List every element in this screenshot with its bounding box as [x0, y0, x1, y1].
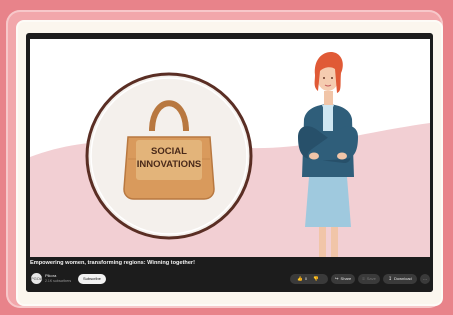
thumbs-up-icon[interactable]: 👍	[297, 276, 303, 281]
channel-name[interactable]: Pikora	[45, 273, 56, 278]
download-icon: ↧	[388, 276, 392, 281]
sign-line1: SOCIAL	[151, 146, 187, 157]
video-player[interactable]: SOCIAL INNOVATIONS Empowering women, tra…	[26, 33, 433, 292]
save-icon: ≡	[362, 276, 365, 281]
subscribe-button[interactable]: Subscribe	[78, 274, 106, 284]
channel-avatar[interactable]: PGOA	[31, 273, 43, 284]
video-title: Empowering women, transforming regions: …	[30, 260, 195, 266]
video-frame[interactable]: SOCIAL INNOVATIONS	[30, 39, 430, 257]
thumbs-down-icon[interactable]: 👎	[313, 276, 319, 281]
sign-line2: INNOVATIONS	[137, 159, 202, 170]
businesswoman-illustration	[298, 51, 358, 257]
download-button[interactable]: ↧ Download	[383, 274, 417, 284]
save-label: Save	[366, 276, 376, 281]
video-scene: SOCIAL INNOVATIONS	[30, 51, 430, 257]
save-button[interactable]: ≡ Save	[358, 274, 380, 284]
video-info-bar: Empowering women, transforming regions: …	[26, 257, 433, 292]
more-icon: …	[423, 276, 427, 281]
like-count: 0	[304, 276, 308, 281]
channel-subscriber-count: 2.1K subscribers	[45, 279, 72, 283]
share-button[interactable]: ↪ Share	[331, 274, 355, 284]
share-icon: ↪	[334, 276, 339, 281]
download-label: Download	[393, 276, 412, 281]
share-label: Share	[340, 276, 352, 281]
like-dislike-group[interactable]: 👍 0 👎	[290, 274, 328, 284]
more-button[interactable]: …	[420, 274, 430, 284]
